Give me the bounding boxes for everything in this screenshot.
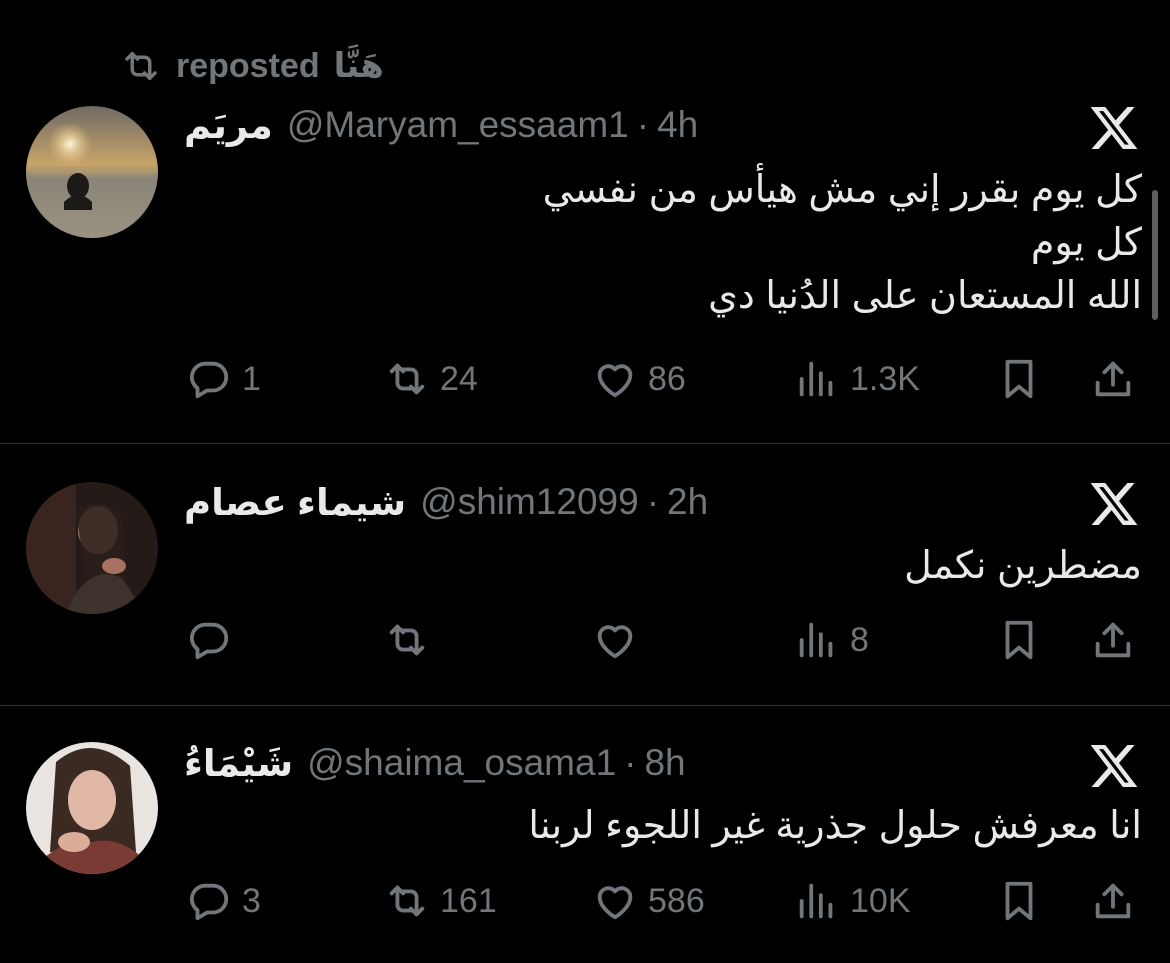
separator-dot: · <box>624 742 637 783</box>
avatar[interactable] <box>26 106 158 238</box>
display-name[interactable]: شيماء عصام <box>184 481 406 524</box>
view-count: 10K <box>850 881 911 920</box>
divider <box>0 443 1170 444</box>
share-button[interactable] <box>1090 617 1136 668</box>
repost-count: 161 <box>440 881 497 920</box>
repost-icon <box>384 878 430 924</box>
views-icon <box>794 878 840 924</box>
repost-button[interactable]: 24 <box>384 356 478 402</box>
display-name[interactable]: مريَم <box>184 104 273 147</box>
bookmark-button[interactable] <box>996 878 1042 929</box>
views-button[interactable]: 1.3K <box>794 356 920 402</box>
reply-count: 3 <box>242 881 261 920</box>
repost-count: 24 <box>440 359 478 398</box>
reply-icon <box>186 617 232 663</box>
share-icon <box>1090 356 1136 402</box>
repost-button[interactable] <box>384 617 430 668</box>
share-icon <box>1090 617 1136 663</box>
reply-icon <box>186 878 232 924</box>
tweet-text-line: انا معرفش حلول جذرية غير اللجوء لربنا <box>528 805 1142 847</box>
user-handle[interactable]: @Maryam_essaam1 <box>287 104 629 146</box>
reply-button[interactable]: 1 <box>186 356 261 402</box>
repost-label: reposted <box>176 46 320 85</box>
bookmark-icon <box>996 878 1042 924</box>
tweet-text-line: كل يوم <box>1030 222 1142 264</box>
user-handle[interactable]: @shim12099 <box>420 481 639 523</box>
reply-icon <box>186 356 232 402</box>
bookmark-icon <box>996 617 1042 663</box>
reply-button[interactable]: 3 <box>186 878 261 924</box>
tweet-text: انا معرفش حلول جذرية غير اللجوء لربنا <box>182 800 1142 853</box>
timestamp[interactable]: 8h <box>644 742 685 784</box>
views-button[interactable]: 10K <box>794 878 911 924</box>
timestamp[interactable]: 4h <box>657 104 698 146</box>
bookmark-button[interactable] <box>996 617 1042 668</box>
tweet-header: شيماء عصام @shim12099 · 2h <box>184 477 708 527</box>
timestamp[interactable]: 2h <box>667 481 708 523</box>
view-count: 8 <box>850 620 869 659</box>
tweet-text-line: كل يوم بقرر إني مش هيأس من نفسي <box>542 169 1142 211</box>
bookmark-icon <box>996 356 1042 402</box>
separator-dot: · <box>646 481 660 522</box>
like-button[interactable]: 86 <box>592 356 686 402</box>
avatar[interactable] <box>26 482 158 614</box>
repost-icon <box>384 617 430 663</box>
share-button[interactable] <box>1090 356 1136 407</box>
share-button[interactable] <box>1090 878 1136 929</box>
like-button[interactable]: 586 <box>592 878 705 924</box>
separator-dot: · <box>636 104 650 145</box>
bookmark-button[interactable] <box>996 356 1042 407</box>
heart-icon <box>592 878 638 924</box>
sunset-beach-avatar-image <box>26 106 158 238</box>
repost-indicator[interactable]: reposted هَنَّا <box>120 44 384 88</box>
like-button[interactable] <box>592 617 638 668</box>
view-count: 1.3K <box>850 359 920 398</box>
reposter-name: هَنَّا <box>333 47 384 85</box>
scrollbar[interactable] <box>1152 190 1158 320</box>
x-logo-icon <box>1088 102 1140 154</box>
tweet-text-line: مضطرين نكمل <box>904 545 1142 587</box>
portrait-avatar-image <box>26 742 158 874</box>
repost-button[interactable]: 161 <box>384 878 497 924</box>
views-icon <box>794 356 840 402</box>
tweet-text-line: الله المستعان على الدُنيا دي <box>708 275 1142 317</box>
views-icon <box>794 617 840 663</box>
display-name[interactable]: شَيْمَاءُ <box>184 742 293 785</box>
x-logo-icon <box>1088 740 1140 792</box>
heart-icon <box>592 617 638 663</box>
like-count: 86 <box>648 359 686 398</box>
reply-button[interactable] <box>186 617 232 668</box>
user-handle[interactable]: @shaima_osama1 <box>307 742 616 784</box>
divider <box>0 705 1170 706</box>
avatar[interactable] <box>26 742 158 874</box>
repost-icon <box>384 356 430 402</box>
tweet-text: كل يوم بقرر إني مش هيأس من نفسي كل يوم ا… <box>182 164 1142 323</box>
tweet-text: مضطرين نكمل <box>182 540 1142 593</box>
share-icon <box>1090 878 1136 924</box>
repost-icon <box>120 45 162 87</box>
like-count: 586 <box>648 881 705 920</box>
x-logo-icon <box>1088 478 1140 530</box>
views-button[interactable]: 8 <box>794 617 869 663</box>
tweet-header: شَيْمَاءُ @shaima_osama1 · 8h <box>184 738 686 788</box>
portrait-avatar-image <box>26 482 158 614</box>
tweet-header: مريَم @Maryam_essaam1 · 4h <box>184 100 698 150</box>
reply-count: 1 <box>242 359 261 398</box>
heart-icon <box>592 356 638 402</box>
